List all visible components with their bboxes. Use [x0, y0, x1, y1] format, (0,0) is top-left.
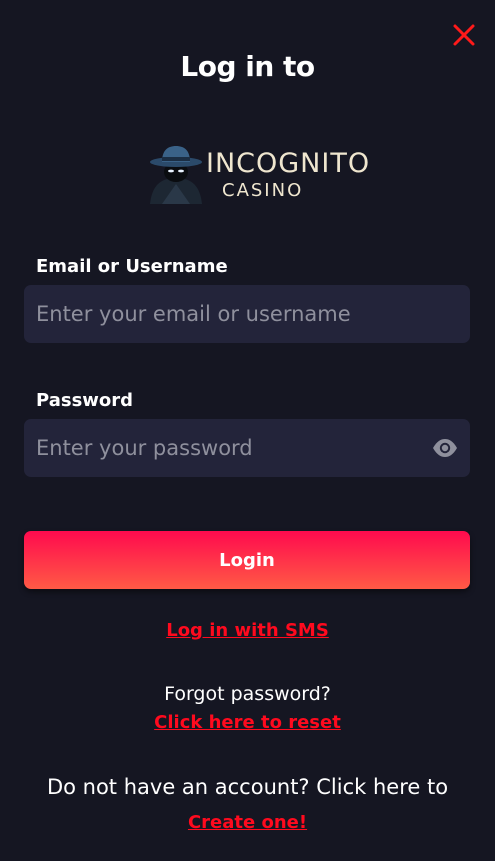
- password-field-wrapper: [24, 419, 470, 477]
- create-account-link[interactable]: Create one!: [0, 812, 495, 833]
- page-title: Log in to: [180, 50, 315, 83]
- reset-password-link[interactable]: Click here to reset: [0, 712, 495, 733]
- spy-detective-icon: [150, 146, 202, 204]
- forgot-password-text: Forgot password?: [164, 683, 331, 705]
- login-button[interactable]: Login: [24, 531, 470, 589]
- logo-wordmark: INCOGNITO: [206, 148, 371, 179]
- password-field[interactable]: [24, 419, 470, 477]
- login-modal: Log in to INCOGNITO CASINO Email or User…: [0, 0, 495, 861]
- logo-subtitle: CASINO: [222, 180, 304, 201]
- email-label: Email or Username: [36, 256, 228, 277]
- password-label: Password: [36, 390, 134, 411]
- email-field[interactable]: [24, 285, 470, 343]
- close-icon[interactable]: [451, 22, 477, 48]
- brand-logo: INCOGNITO CASINO: [142, 140, 369, 206]
- email-field-wrapper: [24, 285, 470, 343]
- eye-icon[interactable]: [432, 436, 458, 460]
- no-account-text: Do not have an account? Click here to: [46, 775, 449, 799]
- sms-login-link[interactable]: Log in with SMS: [0, 620, 495, 641]
